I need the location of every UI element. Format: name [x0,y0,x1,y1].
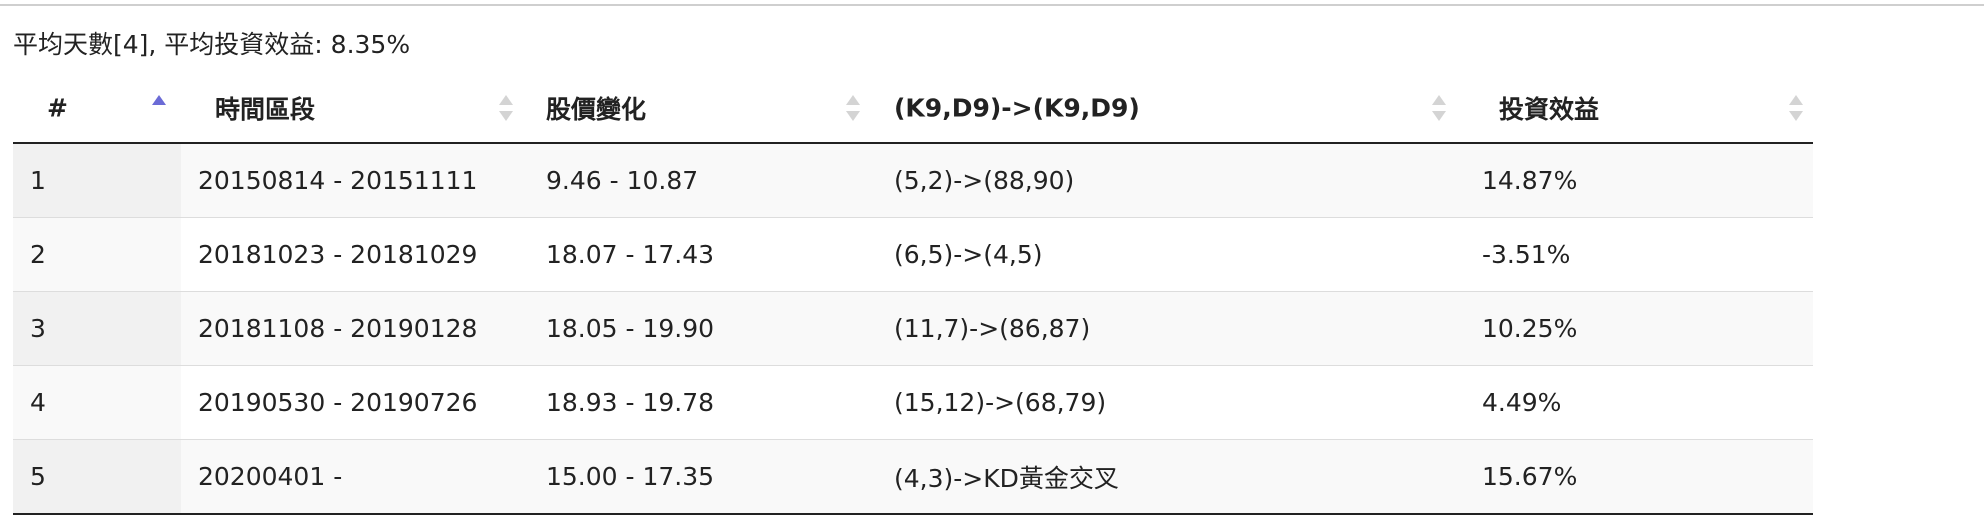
summary-text: 平均天數[4], 平均投資效益: 8.35% [13,30,411,59]
cell-index: 4 [13,365,181,440]
cell-index: 1 [13,143,181,218]
table-row: 5 20200401 - 15.00 - 17.35 (4,3)->KD黃金交叉… [13,439,1813,515]
cell-price-change: 18.93 - 19.78 [529,365,877,440]
cell-price-change: 18.05 - 19.90 [529,291,877,366]
cell-return: 4.49% [1465,365,1813,440]
header-time-range[interactable]: 時間區段 [181,73,529,144]
cell-time-range: 20181108 - 20190128 [181,291,529,366]
header-kd-change-label: (K9,D9)->(K9,D9) [894,93,1140,122]
top-divider [0,4,1984,6]
header-kd-change[interactable]: (K9,D9)->(K9,D9) [877,73,1465,144]
header-price-change[interactable]: 股價變化 [529,73,877,144]
header-index-label: # [47,93,68,122]
cell-return: 14.87% [1465,143,1813,218]
cell-time-range: 20150814 - 20151111 [181,143,529,218]
cell-return: 10.25% [1465,291,1813,366]
cell-time-range: 20181023 - 20181029 [181,217,529,292]
header-index[interactable]: # [13,73,181,144]
header-return[interactable]: 投資效益 [1465,73,1813,144]
table-row: 1 20150814 - 20151111 9.46 - 10.87 (5,2)… [13,143,1813,218]
header-time-range-label: 時間區段 [215,94,316,124]
cell-kd-change: (6,5)->(4,5) [877,217,1465,292]
cell-kd-change: (11,7)->(86,87) [877,291,1465,366]
cell-index: 3 [13,291,181,366]
cell-kd-change: (15,12)->(68,79) [877,365,1465,440]
header-return-label: 投資效益 [1499,94,1600,124]
cell-time-range: 20200401 - [181,439,529,515]
sort-ascending-icon[interactable] [152,93,166,123]
table-header-row: # 時間區段 股價變化 (K9,D9)->(K9,D9) 投資效益 [13,73,1813,144]
header-price-change-label: 股價變化 [546,94,647,124]
cell-price-change: 18.07 - 17.43 [529,217,877,292]
results-table-container: # 時間區段 股價變化 (K9,D9)->(K9,D9) 投資效益 1 2015… [13,73,1813,515]
cell-price-change: 15.00 - 17.35 [529,439,877,515]
cell-index: 5 [13,439,181,515]
results-table: # 時間區段 股價變化 (K9,D9)->(K9,D9) 投資效益 1 2015… [13,73,1813,515]
cell-price-change: 9.46 - 10.87 [529,143,877,218]
table-row: 4 20190530 - 20190726 18.93 - 19.78 (15,… [13,365,1813,440]
cell-time-range: 20190530 - 20190726 [181,365,529,440]
sort-icon[interactable] [499,93,513,123]
table-row: 3 20181108 - 20190128 18.05 - 19.90 (11,… [13,291,1813,366]
sort-icon[interactable] [846,93,860,123]
cell-kd-change: (5,2)->(88,90) [877,143,1465,218]
table-row: 2 20181023 - 20181029 18.07 - 17.43 (6,5… [13,217,1813,292]
sort-icon[interactable] [1432,93,1446,123]
cell-index: 2 [13,217,181,292]
sort-icon[interactable] [1789,93,1803,123]
cell-return: -3.51% [1465,217,1813,292]
cell-return: 15.67% [1465,439,1813,515]
cell-kd-change: (4,3)->KD黃金交叉 [877,439,1465,515]
